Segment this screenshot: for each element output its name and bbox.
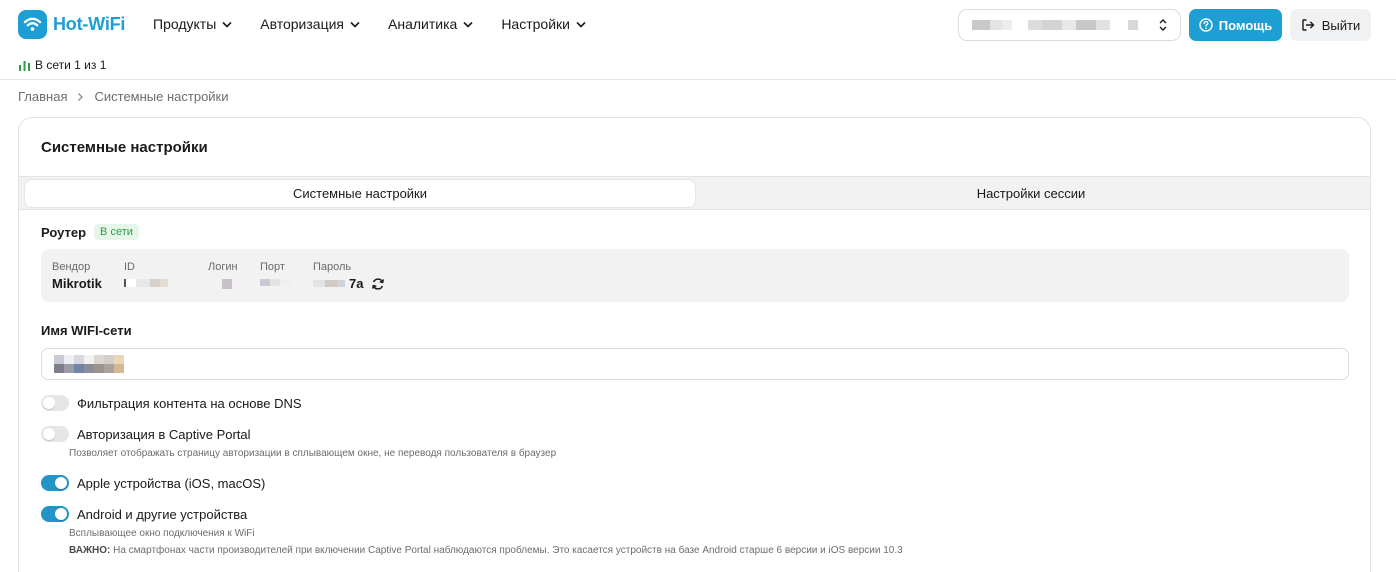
router-vendor-label: Вендор — [52, 261, 91, 273]
help-icon — [1199, 18, 1213, 32]
router-id: ID — [124, 261, 168, 287]
dns-filter-toggle-row[interactable]: Фильтрация контента на основе DNS — [41, 395, 302, 411]
android-devices-toggle-row[interactable]: Android и другие устройства — [41, 506, 247, 522]
router-port: Порт — [260, 261, 290, 286]
top-header: Hot-WiFi Продукты Авторизация Аналитика … — [0, 0, 1396, 52]
nav-analytics[interactable]: Аналитика — [388, 16, 473, 32]
router-password-label: Пароль — [313, 261, 352, 273]
help-button[interactable]: Помощь — [1189, 9, 1282, 41]
router-port-label: Порт — [260, 261, 285, 273]
nav-products[interactable]: Продукты — [153, 16, 232, 32]
nav-analytics-label: Аналитика — [388, 16, 458, 32]
online-status-text: В сети 1 из 1 — [35, 58, 107, 72]
logout-button[interactable]: Выйти — [1290, 9, 1371, 41]
wifi-icon — [18, 10, 47, 39]
refresh-password-icon[interactable] — [371, 277, 385, 291]
logout-button-label: Выйти — [1321, 17, 1361, 33]
chevron-up-down-icon — [1159, 19, 1167, 31]
warning-text: На смартфонах части производителей при в… — [110, 545, 903, 556]
nav-settings-label: Настройки — [501, 16, 570, 32]
breadcrumb: Главная Системные настройки — [18, 89, 229, 104]
android-devices-toggle[interactable] — [41, 506, 69, 522]
logout-icon — [1302, 19, 1315, 31]
chevron-down-icon — [222, 21, 232, 28]
chevron-down-icon — [576, 21, 586, 28]
dns-filter-label: Фильтрация контента на основе DNS — [77, 395, 302, 411]
warning-label: ВАЖНО: — [69, 545, 111, 556]
nav-products-label: Продукты — [153, 16, 217, 32]
captive-portal-hint: Позволяет отображать страницу авторизаци… — [69, 448, 557, 459]
router-password: Пароль 7a — [313, 261, 385, 291]
brand-name: Hot-WiFi — [53, 14, 126, 34]
android-hint: Всплывающее окно подключения к WiFi — [69, 528, 255, 539]
header-divider — [0, 79, 1396, 80]
main-nav: Продукты Авторизация Аналитика Настройки — [153, 16, 614, 32]
router-id-value — [124, 276, 168, 287]
apple-devices-toggle-row[interactable]: Apple устройства (iOS, macOS) — [41, 475, 265, 491]
breadcrumb-current: Системные настройки — [94, 89, 229, 104]
captive-portal-toggle-row[interactable]: Авторизация в Captive Portal — [41, 426, 251, 442]
system-settings-card: Системные настройки Системные настройки … — [18, 117, 1371, 572]
tab-system-settings[interactable]: Системные настройки — [25, 180, 695, 207]
router-status-badge: В сети — [94, 224, 139, 240]
dns-filter-toggle[interactable] — [41, 395, 69, 411]
router-login-value — [208, 276, 238, 289]
chevron-right-icon — [78, 92, 84, 101]
router-port-value — [260, 276, 290, 286]
redacted-wifi-name — [54, 355, 124, 373]
chevron-down-icon — [463, 21, 473, 28]
captive-portal-toggle[interactable] — [41, 426, 69, 442]
wifi-name-label: Имя WIFI-сети — [41, 323, 132, 338]
redacted-org-name — [972, 20, 1138, 30]
router-info-panel: Вендор Mikrotik ID Логин Порт Пароль 7a — [41, 249, 1349, 302]
apple-devices-label: Apple устройства (iOS, macOS) — [77, 475, 266, 491]
bar-chart-icon — [19, 60, 30, 71]
help-button-label: Помощь — [1218, 17, 1273, 33]
router-password-value: 7a — [313, 276, 385, 291]
nav-settings[interactable]: Настройки — [501, 16, 586, 32]
password-visible-suffix: 7a — [349, 276, 364, 291]
captive-portal-label: Авторизация в Captive Portal — [77, 426, 251, 442]
brand-logo[interactable]: Hot-WiFi — [18, 10, 125, 39]
card-title: Системные настройки — [41, 139, 208, 156]
nav-authorization-label: Авторизация — [260, 16, 345, 32]
nav-authorization[interactable]: Авторизация — [260, 16, 360, 32]
router-header: Роутер В сети — [41, 224, 139, 240]
apple-devices-toggle[interactable] — [41, 475, 69, 491]
organization-select[interactable] — [958, 9, 1181, 41]
router-vendor-value: Mikrotik — [52, 276, 102, 291]
wifi-name-input[interactable] — [41, 348, 1349, 380]
router-label: Роутер — [41, 224, 87, 240]
router-id-label: ID — [124, 261, 135, 273]
settings-tabs: Системные настройки Настройки сессии — [19, 176, 1370, 210]
tab-session-settings[interactable]: Настройки сессии — [696, 180, 1366, 207]
breadcrumb-home[interactable]: Главная — [18, 89, 67, 104]
android-devices-label: Android и другие устройства — [77, 506, 248, 522]
router-vendor: Вендор Mikrotik — [52, 261, 102, 291]
chevron-down-icon — [350, 21, 360, 28]
online-routers-status: В сети 1 из 1 — [18, 58, 106, 72]
router-login: Логин — [208, 261, 238, 289]
android-warning: ВАЖНО: На смартфонах части производителе… — [69, 545, 903, 556]
router-login-label: Логин — [208, 261, 238, 273]
